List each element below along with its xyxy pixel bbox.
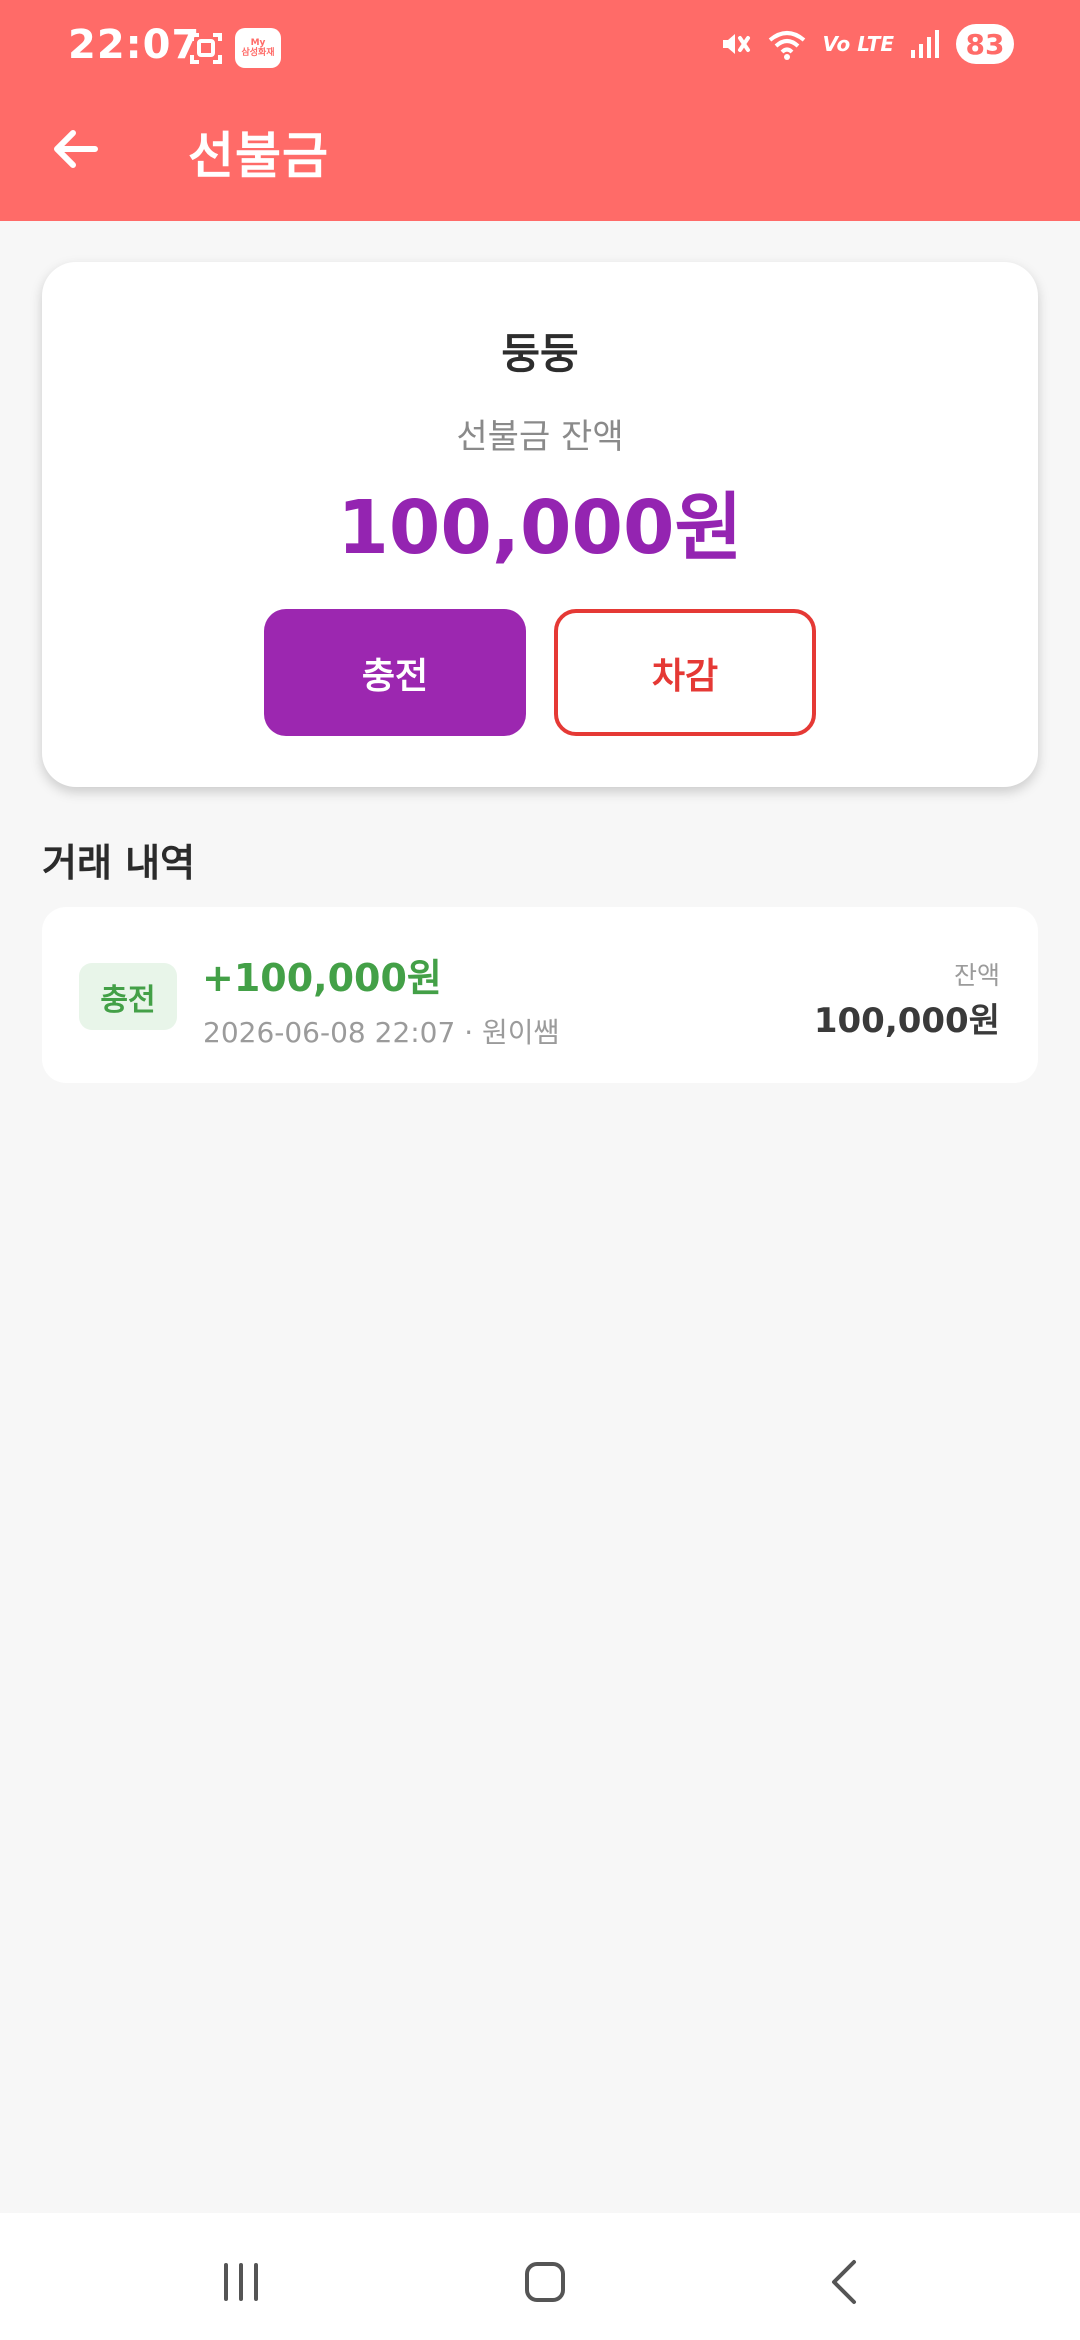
transaction-history-title: 거래 내역 [42,841,196,885]
status-left-icons: My 삼성화재 [187,28,281,68]
app-badge-line-1: My [250,38,266,48]
home-icon [525,2262,565,2302]
back-button[interactable] [44,118,106,180]
status-right-icons: Vo LTE 83 [717,24,1014,64]
transaction-type-badge: 충전 [79,963,177,1030]
balance-label: 선불금 잔액 [456,417,624,457]
prepaid-balance-card: 둥둥 선불금 잔액 100,000원 충전 차감 [42,262,1038,787]
arrow-left-icon [54,130,98,168]
system-navigation-bar [0,2213,1080,2340]
home-button[interactable] [515,2255,575,2309]
battery-level: 83 [956,24,1014,64]
status-time: 22:07 [68,22,201,68]
transaction-balance-label: 잔액 [953,961,1000,990]
balance-amount: 100,000원 [337,485,743,571]
app-badge-line-2: 삼성화재 [241,48,275,58]
signal-icon [909,27,941,61]
transaction-balance-value: 100,000원 [813,1001,1000,1041]
screen-capture-icon [187,29,225,67]
page-title: 선불금 [188,127,329,185]
transaction-row[interactable]: 충전 +100,000원 2026-06-08 22:07 · 원이쌤 잔액 1… [42,907,1038,1083]
recent-apps-button[interactable] [211,2255,271,2309]
back-icon [832,2260,856,2304]
transaction-amount: +100,000원 [202,956,442,1000]
system-back-button[interactable] [816,2255,876,2309]
volte-status: Vo LTE [822,32,894,56]
charge-button[interactable]: 충전 [264,609,526,736]
recent-apps-icon [224,2263,258,2301]
app-header: 22:07 My 삼성화재 Vo LTE 83 선불금 [0,0,1080,221]
samsung-fire-app-icon: My 삼성화재 [235,28,281,68]
wifi-icon [766,27,808,61]
customer-name: 둥둥 [501,329,579,378]
vibrate-off-icon [717,27,751,61]
deduct-button[interactable]: 차감 [554,609,816,736]
transaction-meta: 2026-06-08 22:07 · 원이쌤 [203,1016,560,1049]
